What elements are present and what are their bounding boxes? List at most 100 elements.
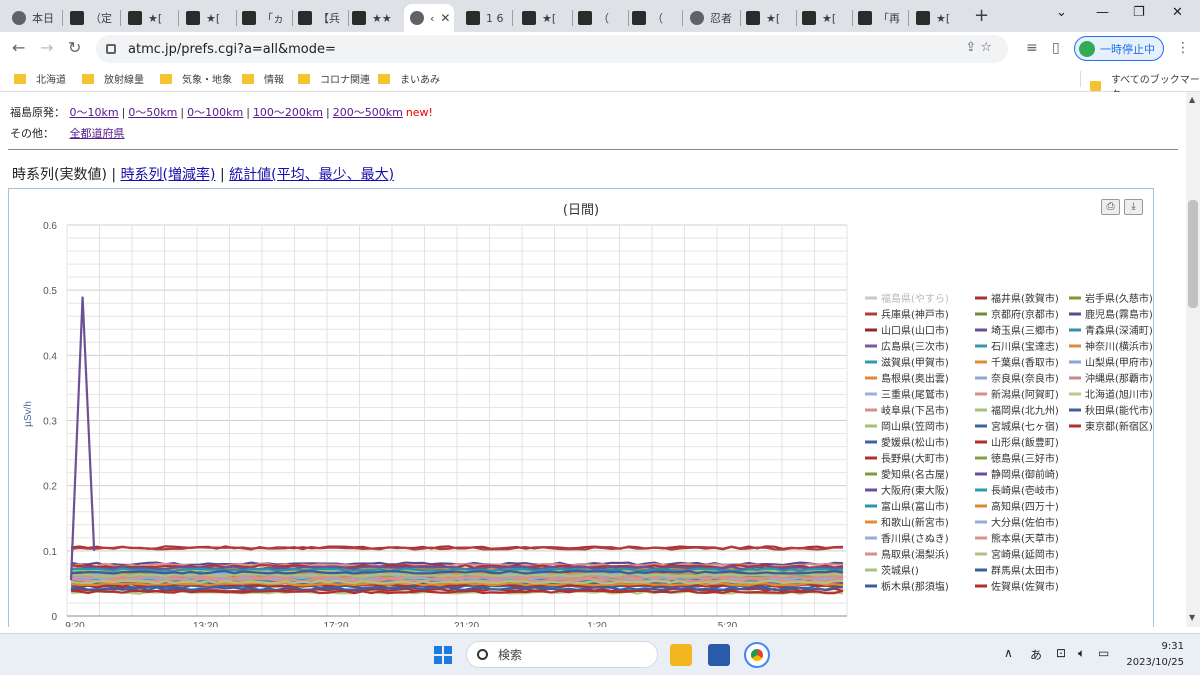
site-favicon-icon xyxy=(916,11,930,25)
y-axis-label: µSv/h xyxy=(23,401,34,427)
url-text[interactable]: atmc.jp/prefs.cgi?a=all&mode= xyxy=(128,42,336,57)
bookmark-folder[interactable]: 放射線量 xyxy=(82,71,144,86)
tab-strip: + ⌄ — ❐ ✕ 本日 （定 ★[★[「ヵ 【兵 ★★ ‹ ✕ 1 6 ★[（（忍者 ★[★[「… xyxy=(0,0,1200,32)
minimize-button[interactable]: — xyxy=(1096,5,1109,20)
browser-tab[interactable]: ‹ ✕ xyxy=(404,4,454,32)
link-separator: | xyxy=(121,106,126,119)
browser-tab[interactable]: 忍者 xyxy=(684,4,740,32)
legend-label: 千葉県(香取市) xyxy=(991,356,1059,369)
legend-label: 岩手県(久慈市) xyxy=(1085,292,1153,305)
tab-title: ★[ xyxy=(766,11,781,25)
vertical-scrollbar[interactable]: ▲ ▼ xyxy=(1186,92,1200,627)
fukushima-label: 福島原発： xyxy=(10,106,65,119)
close-window-button[interactable]: ✕ xyxy=(1172,5,1183,20)
browser-tab[interactable]: ★★ xyxy=(346,4,402,32)
distance-link[interactable]: 0〜50km xyxy=(128,106,177,119)
profile-paused-button[interactable]: 一時停止中 xyxy=(1074,36,1164,61)
distance-link[interactable]: 0〜10km xyxy=(70,106,119,119)
ime-indicator[interactable]: あ xyxy=(1030,646,1042,663)
scroll-up-arrow[interactable]: ▲ xyxy=(1189,95,1195,104)
view-stats-link[interactable]: 統計値(平均、最少、最大) xyxy=(229,167,394,183)
forward-button[interactable]: → xyxy=(40,38,53,57)
view-switcher: 時系列(実数値) | 時系列(増減率) | 統計値(平均、最少、最大) xyxy=(12,164,394,184)
view-rate-link[interactable]: 時系列(増減率) xyxy=(121,167,216,183)
x-tick-label: 13:20 xyxy=(193,621,218,627)
all-prefectures-link[interactable]: 全都道府県 xyxy=(70,127,125,140)
browser-tab[interactable]: 「ヵ xyxy=(236,4,292,32)
browser-tab[interactable]: 【兵 xyxy=(292,4,348,32)
legend-label: 和歌山(新宮市) xyxy=(881,516,949,529)
legend-label: 山梨県(甲府市) xyxy=(1085,356,1153,369)
browser-tab[interactable]: （ xyxy=(626,4,682,32)
file-explorer-icon[interactable] xyxy=(670,644,692,666)
new-tab-button[interactable]: + xyxy=(974,5,989,26)
windows-start-icon[interactable] xyxy=(434,646,452,664)
bookmarks-bar: すべてのブックマーク 北海道放射線量気象・地象情報コロナ関連まいあみ xyxy=(0,66,1200,101)
close-tab-icon[interactable]: ✕ xyxy=(440,11,450,25)
browser-tab[interactable]: （ xyxy=(572,4,628,32)
battery-icon[interactable]: ▭ xyxy=(1098,646,1109,660)
legend-label: 愛知県(名古屋) xyxy=(881,468,949,481)
bookmark-label: 気象・地象 xyxy=(182,75,232,86)
site-favicon-icon xyxy=(70,11,84,25)
distance-link[interactable]: 200〜500km xyxy=(333,106,403,119)
bookmark-label: 放射線量 xyxy=(104,75,144,86)
tab-title: 忍者 xyxy=(710,12,732,25)
volume-icon[interactable]: 🔈︎ xyxy=(1078,646,1085,661)
maximize-button[interactable]: ❐ xyxy=(1133,5,1145,20)
avatar xyxy=(1079,40,1095,57)
site-favicon-icon xyxy=(186,11,200,25)
back-button[interactable]: ← xyxy=(12,38,25,57)
bookmark-folder[interactable]: まいあみ xyxy=(378,71,440,86)
legend-label: 大分県(佐伯市) xyxy=(991,516,1059,529)
browser-tab[interactable]: 「再 xyxy=(852,4,908,32)
tab-title: ‹ xyxy=(430,11,435,25)
address-bar[interactable]: atmc.jp/prefs.cgi?a=all&mode= ⇪ ☆ xyxy=(96,35,1008,63)
bookmark-label: 北海道 xyxy=(36,75,66,86)
browser-tab[interactable]: 本日 xyxy=(6,4,62,32)
site-info-icon[interactable] xyxy=(106,44,116,54)
scroll-down-arrow[interactable]: ▼ xyxy=(1189,613,1195,622)
clock[interactable]: 9:31 2023/10/25 xyxy=(1110,639,1184,671)
legend-label: 徳島県(三好市) xyxy=(991,452,1059,465)
browser-tab[interactable]: 1 6 xyxy=(460,4,512,32)
network-icon[interactable]: ⊡ xyxy=(1056,646,1066,660)
tab-search-button[interactable]: ⌄ xyxy=(1056,5,1067,20)
notepad-icon[interactable] xyxy=(708,644,730,666)
folder-icon xyxy=(14,73,26,84)
legend-label: 北海道(旭川市) xyxy=(1085,388,1153,401)
chrome-icon[interactable] xyxy=(744,642,770,668)
distance-link[interactable]: 0〜100km xyxy=(187,106,243,119)
legend-label: 宮崎県(延岡市) xyxy=(991,548,1059,561)
legend-label: 青森県(深浦町) xyxy=(1085,324,1153,337)
legend-label: 新潟県(阿賀町) xyxy=(991,388,1059,401)
browser-tab[interactable]: ★[ xyxy=(122,4,178,32)
search-icon xyxy=(477,649,488,660)
bookmark-folder[interactable]: 気象・地象 xyxy=(160,71,232,86)
browser-tab[interactable]: ★[ xyxy=(516,4,572,32)
bookmark-folder[interactable]: 北海道 xyxy=(14,71,66,86)
tray-chevron-icon[interactable]: ∧ xyxy=(1004,646,1013,660)
paused-label: 一時停止中 xyxy=(1100,42,1155,56)
distance-link[interactable]: 100〜200km xyxy=(253,106,323,119)
view-sep: | xyxy=(111,167,117,183)
menu-icon[interactable]: ⋮ xyxy=(1176,40,1190,56)
scroll-thumb[interactable] xyxy=(1188,200,1198,308)
legend-label: 兵庫県(神戸市) xyxy=(881,308,949,321)
bookmark-folder[interactable]: コロナ関連 xyxy=(298,71,370,86)
reload-button[interactable]: ↻ xyxy=(68,38,81,57)
share-bookmark-icons[interactable]: ⇪ ☆ xyxy=(965,40,992,55)
site-favicon-icon xyxy=(242,11,256,25)
browser-tab[interactable]: ★[ xyxy=(740,4,796,32)
browser-tab[interactable]: ★[ xyxy=(796,4,852,32)
browser-tab[interactable]: ★[ xyxy=(910,4,966,32)
reading-list-icon[interactable]: ≡ xyxy=(1026,40,1038,56)
side-panel-icon[interactable]: ▯ xyxy=(1052,40,1060,56)
legend-label: 鳥取県(湯梨浜) xyxy=(881,548,949,561)
browser-tab[interactable]: ★[ xyxy=(180,4,236,32)
legend-label: 島根県(奥出雲) xyxy=(881,372,949,385)
bookmark-label: 情報 xyxy=(264,75,284,86)
browser-tab[interactable]: （定 xyxy=(64,4,120,32)
bookmark-folder[interactable]: 情報 xyxy=(242,71,284,86)
taskbar-search[interactable]: 検索 xyxy=(466,641,658,668)
